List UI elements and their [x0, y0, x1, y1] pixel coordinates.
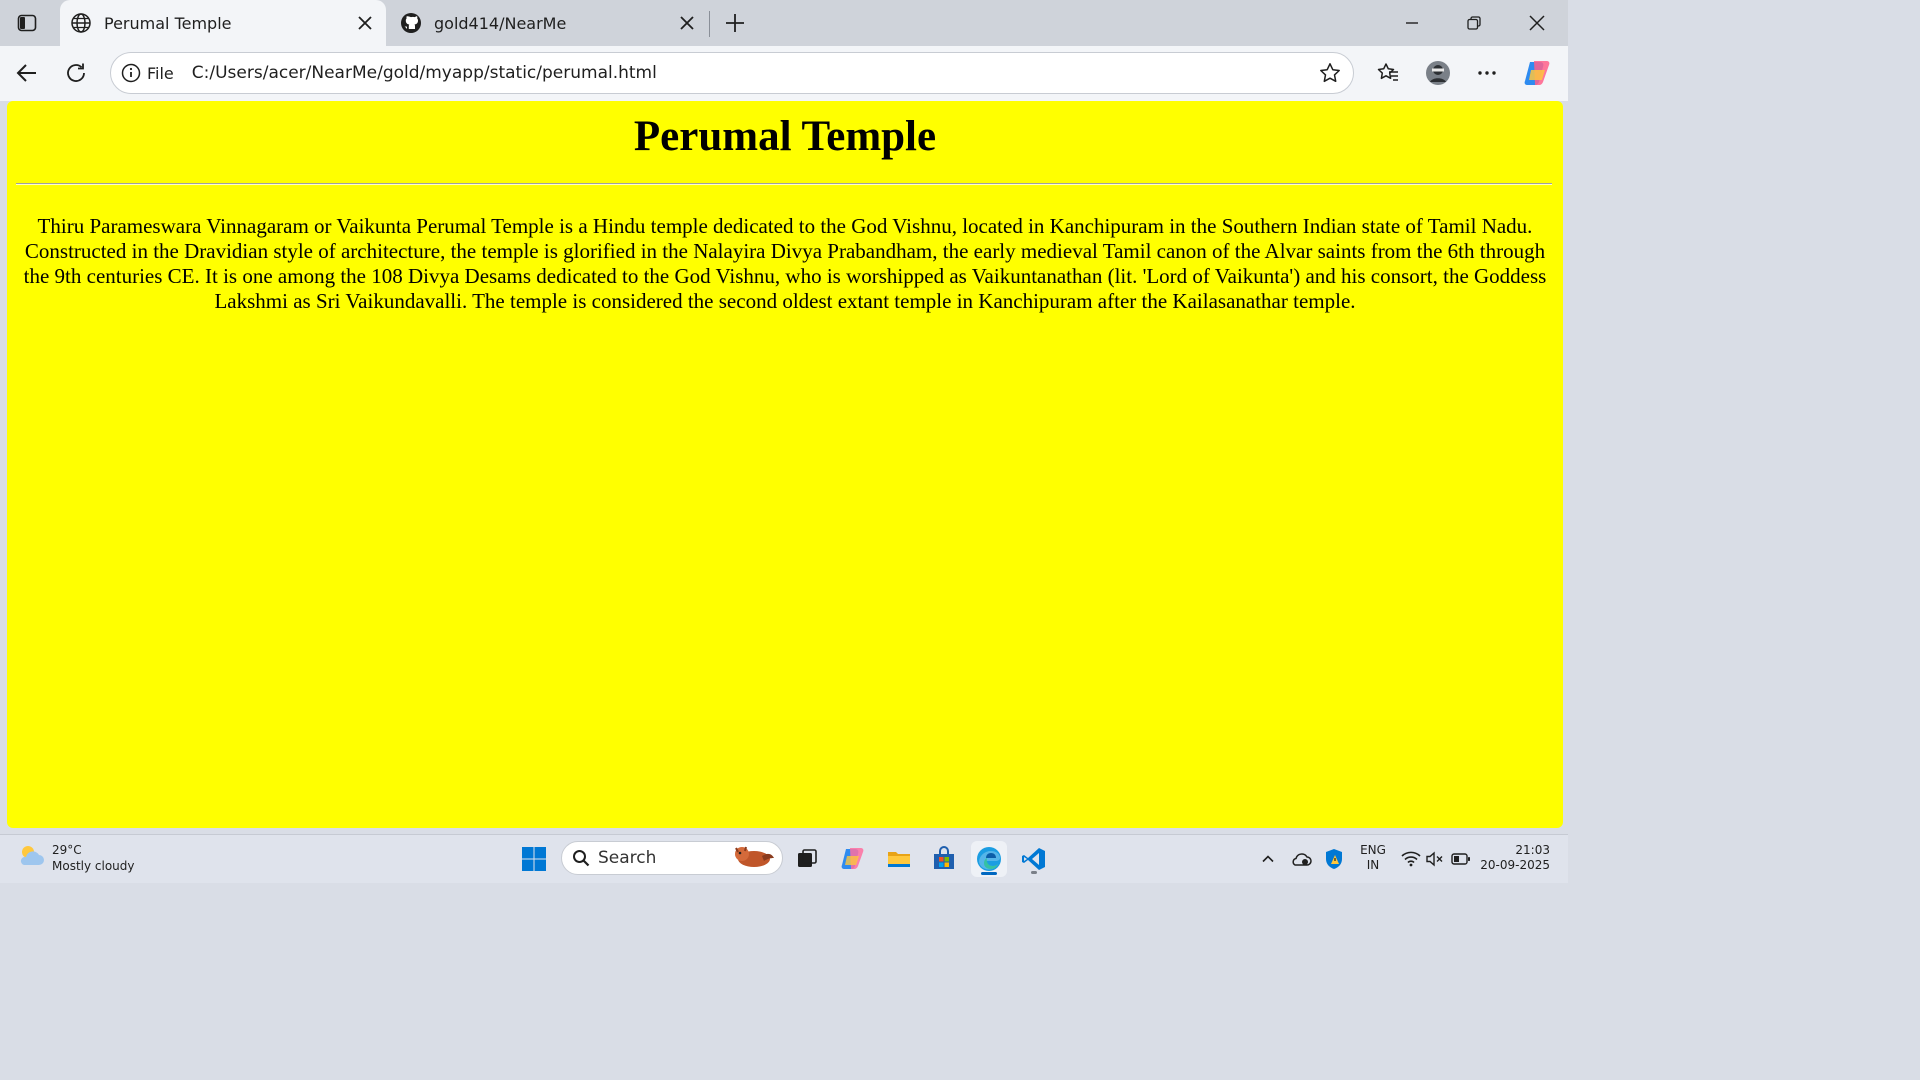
wifi-icon[interactable]	[1400, 845, 1422, 873]
active-app-indicator	[981, 872, 997, 875]
microsoft-store-icon[interactable]	[926, 841, 962, 877]
tab-github-nearme[interactable]: gold414/NearMe	[390, 0, 708, 46]
copilot-app-icon[interactable]	[835, 841, 871, 877]
temple-description: Thiru Parameswara Vinnagaram or Vaikunta…	[23, 214, 1547, 313]
close-tab-icon[interactable]	[672, 8, 702, 38]
file-explorer-icon[interactable]	[881, 841, 917, 877]
globe-icon	[70, 12, 92, 34]
new-tab-icon[interactable]	[718, 6, 752, 40]
input-language[interactable]: ENG IN	[1358, 843, 1388, 873]
page-heading: Perumal Temple	[633, 113, 937, 160]
tab-perumal-temple[interactable]: Perumal Temple	[60, 0, 386, 46]
restore-icon[interactable]	[1443, 0, 1505, 46]
windows-start-icon[interactable]	[516, 841, 552, 877]
edge-browser-icon[interactable]	[971, 841, 1007, 877]
region-code: IN	[1366, 858, 1380, 872]
close-window-icon[interactable]	[1506, 0, 1568, 46]
refresh-icon[interactable]	[57, 54, 95, 92]
address-bar[interactable]: File C:/Users/acer/NearMe/gold/myapp/sta…	[110, 52, 1354, 94]
tab-title: gold414/NearMe	[434, 13, 567, 33]
partly-cloudy-icon	[16, 841, 46, 875]
tab-actions-icon[interactable]	[14, 10, 40, 36]
system-clock[interactable]: 21:03 20-09-2025	[1480, 843, 1550, 873]
windows-taskbar: 29°C Mostly cloudy Search ENG IN 21:03 2…	[0, 834, 1568, 883]
back-arrow-icon[interactable]	[8, 54, 46, 92]
vscode-icon[interactable]	[1016, 841, 1052, 877]
site-scheme-label[interactable]: File	[147, 64, 174, 83]
search-label: Search	[598, 848, 657, 868]
browser-toolbar: File C:/Users/acer/NearMe/gold/myapp/sta…	[0, 46, 1568, 101]
security-shield-icon[interactable]	[1322, 845, 1346, 873]
info-icon[interactable]	[121, 63, 141, 83]
running-app-indicator	[1031, 871, 1037, 874]
tab-title: Perumal Temple	[104, 13, 232, 33]
onedrive-sync-icon[interactable]	[1289, 845, 1313, 873]
search-highlight-icon	[728, 842, 776, 874]
tab-strip: Perumal Temple gold414/NearMe	[0, 0, 1568, 46]
weather-condition: Mostly cloudy	[52, 859, 135, 873]
tab-divider	[709, 11, 710, 37]
chevron-up-icon[interactable]	[1257, 845, 1279, 873]
github-icon	[400, 12, 422, 34]
taskbar-search[interactable]: Search	[561, 841, 783, 875]
language-code: ENG	[1360, 843, 1386, 857]
weather-temperature: 29°C	[52, 843, 82, 857]
minimize-icon[interactable]	[1381, 0, 1443, 46]
url-text[interactable]: C:/Users/acer/NearMe/gold/myapp/static/p…	[192, 63, 1313, 83]
favorite-star-icon[interactable]	[1313, 56, 1347, 90]
search-icon	[572, 849, 590, 867]
copilot-icon[interactable]	[1518, 54, 1556, 92]
battery-icon[interactable]	[1449, 845, 1473, 873]
page-viewport: Perumal Temple Thiru Parameswara Vinnaga…	[7, 101, 1563, 828]
profile-avatar[interactable]	[1419, 54, 1457, 92]
clock-time: 21:03	[1515, 843, 1550, 857]
weather-widget[interactable]: 29°C Mostly cloudy	[16, 841, 135, 875]
task-view-icon[interactable]	[789, 841, 825, 877]
more-options-icon[interactable]	[1468, 54, 1506, 92]
volume-muted-icon[interactable]	[1424, 845, 1446, 873]
clock-date: 20-09-2025	[1480, 858, 1550, 872]
horizontal-rule	[16, 183, 1552, 185]
favorites-icon[interactable]	[1369, 54, 1407, 92]
close-tab-icon[interactable]	[350, 8, 380, 38]
